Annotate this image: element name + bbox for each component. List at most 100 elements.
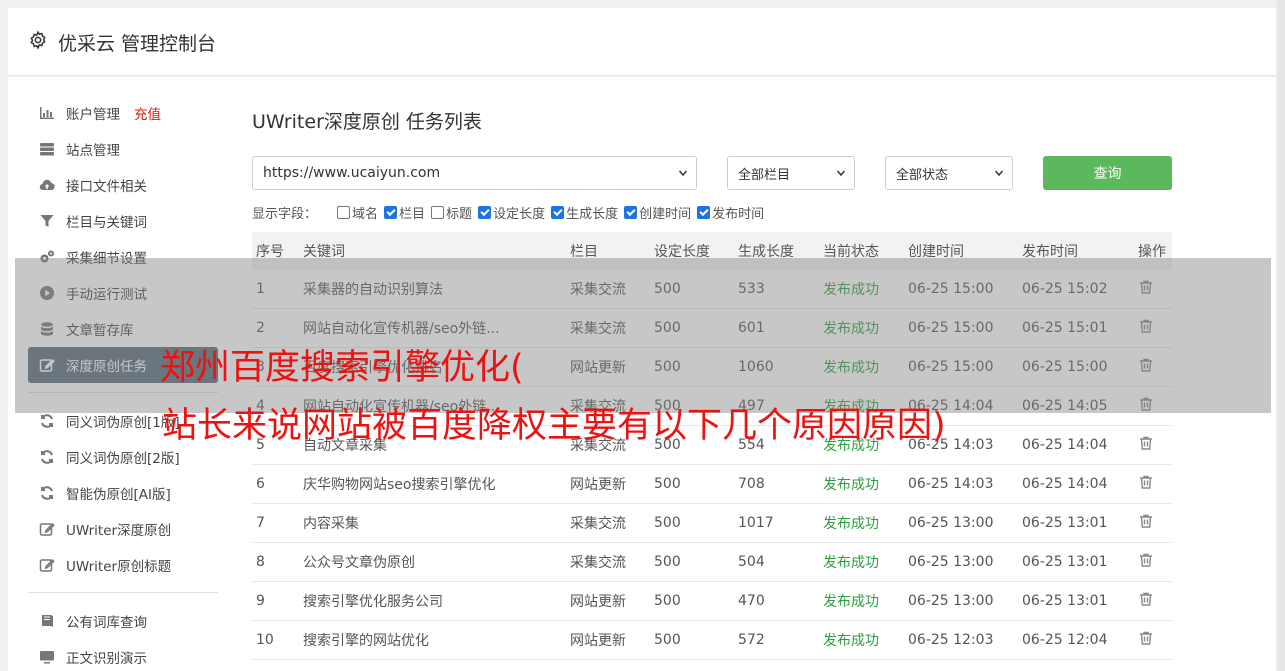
sidebar-item-text-recognition[interactable]: 正文识别演示: [28, 639, 218, 671]
category-select-value: 全部栏目: [738, 167, 791, 183]
sidebar-item-public-lexicon[interactable]: 公有词库查询: [28, 603, 218, 639]
sidebar-item-label: UWriter深度原创: [66, 523, 172, 539]
cell-keyword: 内容采集: [303, 516, 359, 532]
cell-published: 06-25 13:01: [1022, 515, 1108, 531]
sidebar-item-label: 接口文件相关: [66, 179, 147, 195]
site-select[interactable]: https://www.ucaiyun.com: [252, 156, 697, 190]
chevron-down-icon: [678, 170, 688, 177]
cell-category: 采集交流: [570, 555, 626, 571]
category-select[interactable]: 全部栏目: [727, 156, 855, 190]
scrollbar[interactable]: [1277, 0, 1285, 671]
cell-set-length: 500: [654, 515, 681, 531]
cell-published: 06-25 14:04: [1022, 437, 1108, 453]
checkbox-box: [478, 205, 492, 219]
brand: 优采云 管理控制台: [28, 8, 216, 76]
app-title: 优采云 管理控制台: [58, 32, 217, 55]
cell-status: 发布成功: [823, 516, 879, 532]
delete-button[interactable]: [1138, 630, 1154, 650]
table-row: 10 搜索引擎的网站优化 网站更新 500 572 发布成功 06-25 12:03 06-2…: [252, 621, 1172, 660]
field-checkbox-gen-length[interactable]: 生成长度: [551, 203, 618, 222]
cell-gen-length: 504: [738, 554, 765, 570]
field-checkbox-created[interactable]: 创建时间: [624, 203, 691, 222]
delete-button[interactable]: [1138, 474, 1154, 494]
table-row: 6 庆华购物网站seo搜索引擎优化 网站更新 500 708 发布成功 06-25 14:0…: [252, 465, 1172, 504]
checkbox-label: 域名: [352, 206, 379, 222]
sidebar-item-ai-rewrite[interactable]: 智能伪原创[AI版]: [28, 475, 218, 511]
delete-button[interactable]: [1138, 513, 1154, 533]
field-checkbox-domain[interactable]: 域名: [337, 203, 378, 222]
cell-published: 06-25 14:04: [1022, 476, 1108, 492]
site-select-value: https://www.ucaiyun.com: [263, 165, 441, 181]
monitor-icon: [38, 648, 56, 666]
table-row: 9 搜索引擎优化服务公司 网站更新 500 470 发布成功 06-25 13:00 06-2…: [252, 582, 1172, 621]
cell-status: 发布成功: [823, 594, 879, 610]
overlay-title-line1: 郑州百度搜索引擎优化(: [160, 348, 524, 388]
cell-keyword: 公众号文章伪原创: [303, 555, 415, 571]
cell-status: 发布成功: [823, 477, 879, 493]
fields-label: 显示字段：: [252, 206, 318, 222]
cell-created: 06-25 13:00: [908, 554, 994, 570]
checkbox-label: 创建时间: [639, 206, 692, 222]
delete-button[interactable]: [1138, 435, 1154, 455]
cell-created: 06-25 12:03: [908, 632, 994, 648]
field-checkbox-title[interactable]: 标题: [431, 203, 472, 222]
checkbox-label: 发布时间: [712, 206, 765, 222]
sidebar-item-label: UWriter原创标题: [66, 559, 172, 575]
cell-gen-length: 708: [738, 476, 765, 492]
chart-icon: [38, 104, 56, 122]
sidebar-item-label: 账户管理: [66, 107, 120, 123]
field-checkbox-category[interactable]: 栏目: [384, 203, 425, 222]
filter-icon: [38, 212, 56, 230]
trash-icon: [1140, 475, 1152, 489]
sidebar-item-interface[interactable]: 接口文件相关: [28, 167, 218, 203]
checkbox-box: [551, 205, 565, 219]
checkbox-label: 设定长度: [493, 206, 546, 222]
cell-created: 06-25 14:03: [908, 476, 994, 492]
cell-created: 06-25 13:00: [908, 593, 994, 609]
cell-created: 06-25 13:00: [908, 515, 994, 531]
status-select[interactable]: 全部状态: [885, 156, 1013, 190]
cell-keyword: 庆华购物网站seo搜索引擎优化: [303, 477, 496, 493]
page-title: UWriter深度原创 任务列表: [252, 111, 482, 133]
sidebar-item-label: 栏目与关键词: [66, 215, 147, 231]
top-header: 优采云 管理控制台: [8, 8, 1276, 76]
cell-set-length: 500: [654, 476, 681, 492]
delete-button[interactable]: [1138, 552, 1154, 572]
checkbox-box: [384, 205, 398, 219]
field-checkbox-published[interactable]: 发布时间: [697, 203, 764, 222]
cell-category: 网站更新: [570, 477, 626, 493]
delete-button[interactable]: [1138, 591, 1154, 611]
divider: [28, 592, 218, 593]
sidebar-item-label: 公有词库查询: [66, 615, 147, 631]
sidebar-item-uwriter-title[interactable]: UWriter原创标题: [28, 547, 218, 583]
trash-icon: [1140, 592, 1152, 606]
checkbox-label: 标题: [446, 206, 473, 222]
cell-category: 采集交流: [570, 516, 626, 532]
sidebar-item-sites[interactable]: 站点管理: [28, 131, 218, 167]
cell-no: 8: [256, 554, 265, 570]
sidebar-item-uwriter-original[interactable]: UWriter深度原创: [28, 511, 218, 547]
field-checkbox-set-length[interactable]: 设定长度: [478, 203, 545, 222]
cell-gen-length: 1017: [738, 515, 774, 531]
sidebar-item-label: 智能伪原创[AI版]: [66, 487, 171, 503]
status-select-value: 全部状态: [896, 167, 949, 183]
sidebar-item-keywords[interactable]: 栏目与关键词: [28, 203, 218, 239]
table-row: 7 内容采集 采集交流 500 1017 发布成功 06-25 13:00 06-25 13:…: [252, 504, 1172, 543]
chevron-down-icon: [994, 170, 1004, 177]
sidebar-item-label: 正文识别演示: [66, 651, 147, 667]
recharge-link[interactable]: 充值: [134, 103, 161, 123]
cell-no: 7: [256, 515, 265, 531]
checkbox-box: [431, 205, 445, 219]
cell-gen-length: 572: [738, 632, 765, 648]
cell-no: 10: [256, 632, 274, 648]
cell-published: 06-25 12:04: [1022, 632, 1108, 648]
sidebar-item-account[interactable]: 账户管理 充值: [28, 95, 218, 131]
cell-set-length: 500: [654, 593, 681, 609]
cell-keyword: 搜索引擎优化服务公司: [303, 594, 443, 610]
gear-icon: [28, 29, 48, 55]
query-button[interactable]: 查询: [1043, 156, 1172, 190]
edit-icon: [38, 556, 56, 574]
table-row: 8 公众号文章伪原创 采集交流 500 504 发布成功 06-25 13:00 06-25 …: [252, 543, 1172, 582]
filter-bar: https://www.ucaiyun.com 全部栏目 全部状态 查询: [252, 156, 1172, 190]
cell-no: 9: [256, 593, 265, 609]
